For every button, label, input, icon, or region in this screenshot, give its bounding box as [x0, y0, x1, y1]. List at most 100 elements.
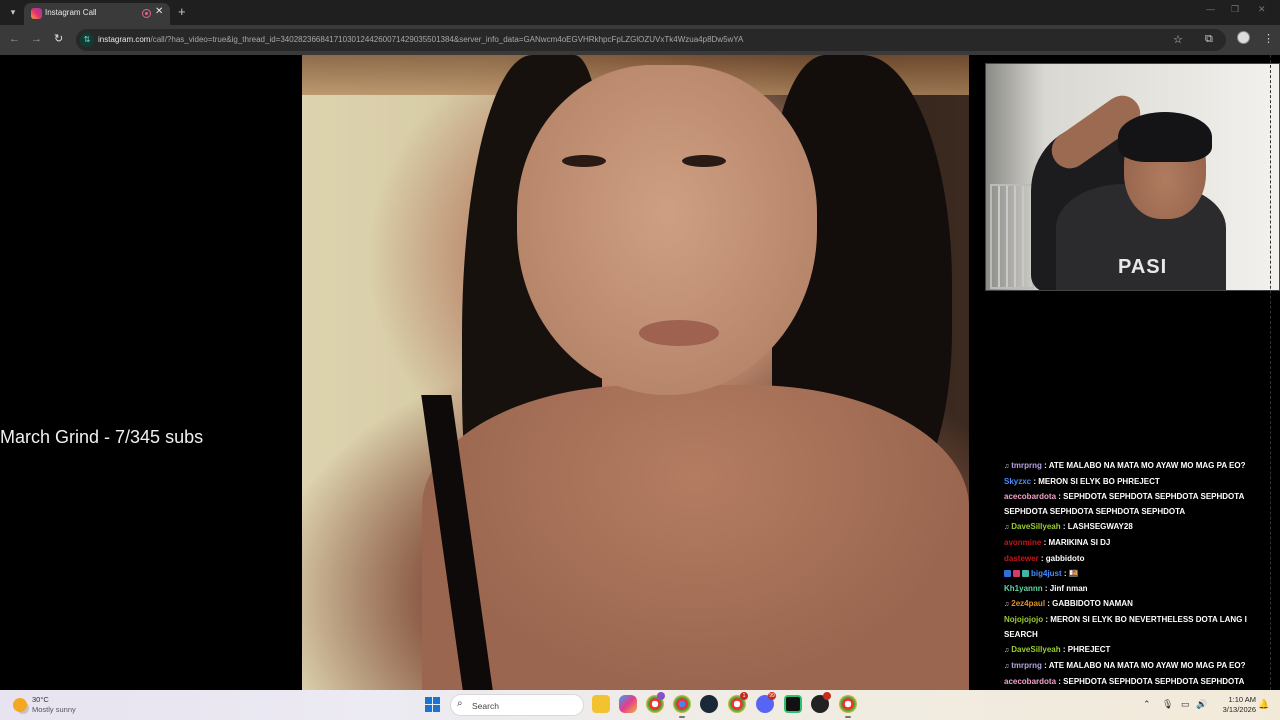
chat-separator: :: [1038, 553, 1046, 563]
forward-button[interactable]: →: [31, 32, 42, 46]
chat-message: ♫ tmrprng : ATE MALABO NA MATA MO AYAW MO…: [1004, 658, 1280, 674]
tab-title: Instagram Call: [45, 8, 97, 17]
url-host: instagram.com: [98, 35, 151, 44]
chat-username: acecobardota: [1004, 677, 1057, 687]
tab-close-button[interactable]: ✕: [155, 6, 163, 17]
chat-username: dastewer: [1004, 553, 1039, 563]
volume-icon[interactable]: 🔊: [1196, 699, 1207, 710]
remote-video[interactable]: [302, 55, 969, 690]
display-icon[interactable]: ▭: [1181, 699, 1190, 710]
url-path: /call/?has_video=true&ig_thread_id=34028…: [150, 35, 744, 44]
chat-message-text: MARIKINA SI DJ: [1048, 538, 1111, 548]
reload-button[interactable]: ↻: [54, 32, 63, 46]
search-placeholder: Search: [472, 701, 499, 711]
maximize-button[interactable]: ❐: [1231, 4, 1239, 15]
active-app-indicator: [679, 716, 685, 718]
browser-tab-strip: ▾ Instagram Call ✕ + — ❐ ✕: [0, 0, 1280, 25]
chrome-window-icon[interactable]: [839, 695, 857, 713]
cam-baby-gate: [990, 184, 1034, 289]
back-button[interactable]: ←: [9, 32, 20, 46]
tab-search-button[interactable]: ▾: [4, 4, 22, 20]
window-close-button[interactable]: ✕: [1258, 4, 1266, 15]
file-explorer-icon[interactable]: [592, 695, 610, 713]
chat-message-text: ATE MALABO NA MATA MO AYAW MO MAG PA EO?: [1048, 661, 1246, 671]
chat-username: 2ez4paul: [1011, 598, 1046, 608]
new-tab-button[interactable]: +: [178, 5, 186, 18]
instagram-icon: [31, 8, 42, 19]
chat-username: Skyzxc: [1004, 477, 1032, 487]
chat-message-text: LASHSEGWAY28: [1067, 522, 1133, 532]
chat-overlay: ♫ tmrprng : ATE MALABO NA MATA MO AYAW MO…: [1004, 458, 1280, 720]
chat-message-text: GABBIDOTO NAMAN: [1052, 598, 1133, 608]
page-scrollbar[interactable]: [1270, 55, 1280, 690]
chrome-profile-icon[interactable]: [673, 695, 691, 713]
sub-goal-text: March Grind - 7/345 subs: [0, 427, 204, 447]
video-figure-eye: [562, 155, 606, 167]
chat-badge-icon: ♫: [1004, 663, 1010, 671]
notification-badge: 99: [768, 692, 776, 700]
windows-logo-icon: [425, 697, 432, 704]
chat-message: big4just : 🍱: [1004, 566, 1280, 581]
chat-message-text: 🍱: [1068, 568, 1079, 578]
weather-temperature[interactable]: 30°C: [32, 695, 49, 704]
notification-badge: [823, 692, 831, 700]
steam-icon[interactable]: [700, 695, 718, 713]
minimize-button[interactable]: —: [1206, 4, 1215, 14]
windows-taskbar: 30°C Mostly sunny ⌕ Search 1 99 ⌃ 🎙 ▭ 🔊 …: [0, 690, 1280, 720]
chat-separator: :: [1060, 645, 1068, 655]
chat-username: DaveSillyeah: [1011, 645, 1061, 655]
chat-message: ♫ 2ez4paul : GABBIDOTO NAMAN: [1004, 596, 1280, 612]
profile-avatar[interactable]: [1237, 31, 1250, 44]
chat-username: big4just: [1031, 568, 1062, 578]
chat-badge-icon: [1013, 569, 1020, 577]
notification-badge: [657, 692, 665, 700]
chat-username: DaveSillyeah: [1011, 522, 1061, 532]
call-stage: PASI March Grind - 7/345 subs ♫ tmrprng :…: [0, 55, 1280, 717]
clock-time[interactable]: 1:10 AM: [1220, 695, 1256, 704]
chat-message: ♫ DaveSillyeah : LASHSEGWAY28: [1004, 519, 1280, 535]
chat-separator: :: [1061, 568, 1069, 578]
copilot-icon[interactable]: [619, 695, 637, 713]
chat-badge-icon: [1004, 569, 1011, 577]
chat-message-text: MERON SI ELYK BO PHREJECT: [1038, 477, 1160, 487]
chat-separator: :: [1041, 461, 1049, 470]
clock-date[interactable]: 3/13/2026: [1212, 705, 1256, 714]
chat-badge-icon: [1022, 569, 1029, 577]
chat-separator: :: [1041, 661, 1049, 671]
chat-badge-icon: ♫: [1004, 600, 1010, 608]
start-button[interactable]: [425, 697, 440, 712]
chat-message: dastewer : gabbidoto: [1004, 551, 1280, 566]
video-figure-eye: [682, 155, 726, 167]
url-text[interactable]: instagram.com/call/?has_video=true&ig_th…: [98, 35, 743, 44]
weather-description[interactable]: Mostly sunny: [32, 705, 76, 714]
site-info-icon[interactable]: ⇅: [80, 33, 94, 47]
chat-username: Nojojojojo: [1004, 614, 1044, 624]
address-bar[interactable]: ⇅ instagram.com/call/?has_video=true&ig_…: [76, 29, 1226, 51]
cam-shirt-print: PASI: [1118, 256, 1168, 278]
streaming-app-icon[interactable]: [784, 695, 802, 713]
weather-sun-icon[interactable]: [13, 698, 27, 712]
search-icon: ⌕: [457, 698, 463, 709]
chat-message-text: Jinf nman: [1049, 583, 1088, 593]
chat-message-text: PHREJECT: [1067, 645, 1111, 655]
cam-streamer-hair: [1118, 112, 1212, 162]
chat-badge-icon: ♫: [1004, 463, 1010, 470]
chat-username: avonmine: [1004, 538, 1042, 548]
browser-menu-icon[interactable]: ⋮: [1263, 32, 1274, 46]
chat-username: tmrprng: [1011, 461, 1042, 470]
bookmark-star-icon[interactable]: ☆: [1173, 33, 1183, 47]
chat-message: acecobardota : SEPHDOTA SEPHDOTA SEPHDOT…: [1004, 489, 1280, 519]
chat-username: acecobardota: [1004, 492, 1057, 502]
taskbar-search-box[interactable]: ⌕ Search: [450, 694, 584, 716]
extensions-icon[interactable]: ⧉: [1205, 32, 1213, 46]
chat-badge-icon: ♫: [1004, 647, 1010, 655]
browser-toolbar: ← → ↻ ⇅ instagram.com/call/?has_video=tr…: [0, 25, 1280, 55]
webcam-overlay: PASI: [985, 63, 1280, 291]
tray-overflow-icon[interactable]: ⌃: [1143, 699, 1151, 710]
microphone-icon[interactable]: 🎙: [1162, 699, 1173, 710]
notification-bell-icon[interactable]: 🔔: [1258, 699, 1269, 710]
chat-username: Kh1yannn: [1004, 583, 1043, 593]
tab-instagram-call[interactable]: Instagram Call ✕: [24, 3, 170, 25]
chat-message: Skyzxc : MERON SI ELYK BO PHREJECT: [1004, 474, 1280, 489]
chat-message-text: gabbidoto: [1045, 553, 1085, 563]
